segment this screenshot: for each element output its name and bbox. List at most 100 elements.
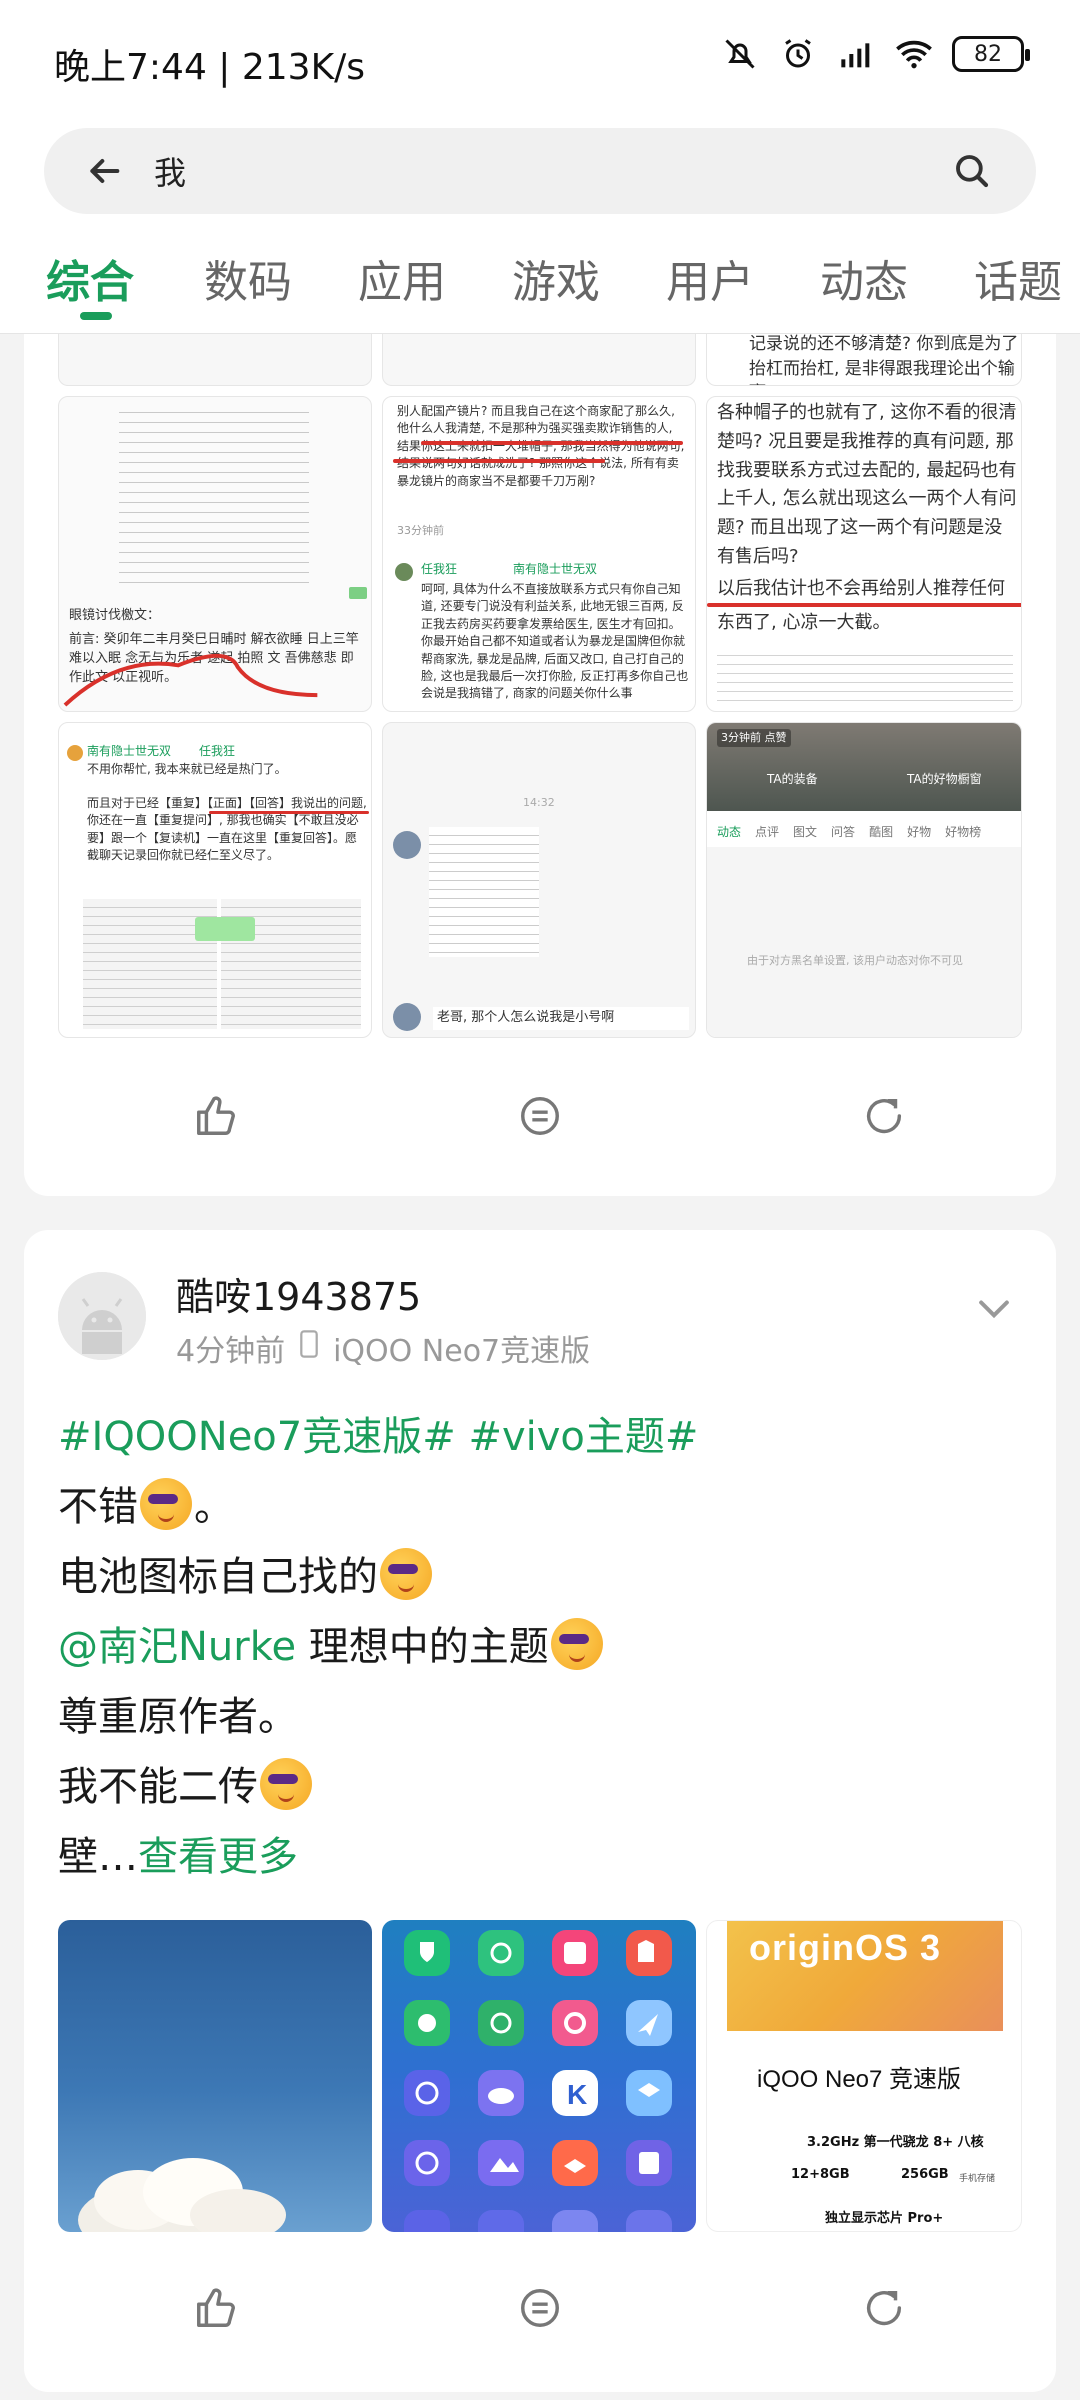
- status-bar: 晚上7:44 | 213K/s 82: [0, 0, 1080, 120]
- spec-line: 256GB: [901, 2167, 949, 2182]
- post-image[interactable]: [382, 334, 696, 386]
- search-input[interactable]: 我: [154, 148, 942, 194]
- tab-indicator: [80, 312, 112, 320]
- post-device: iQOO Neo7竞速版: [333, 1334, 591, 1369]
- product-title: iQOO Neo7 竞速版: [757, 2066, 962, 2093]
- post-image[interactable]: 3分钟前 点赞 TA的装备 TA的好物橱窗 动态 点评 图文 问答 酷图 好物 …: [706, 722, 1022, 1038]
- post-username[interactable]: 酷咹1943875: [176, 1266, 421, 1321]
- chevron-down-icon[interactable]: [972, 1286, 1016, 1330]
- search-header: 我: [0, 120, 1080, 230]
- tab-huati[interactable]: 话题: [974, 246, 1062, 310]
- tab-youxi[interactable]: 游戏: [512, 246, 600, 310]
- post-image-sky[interactable]: [58, 1920, 372, 2232]
- phone-icon: [299, 1330, 319, 1366]
- see-more-link[interactable]: 查看更多: [138, 1834, 298, 1880]
- post-image[interactable]: 别人配国产镜片? 而且我自己在这个商家配了那么久, 他什么人我清楚, 不是那种为…: [382, 396, 696, 712]
- image-time: 14:32: [523, 796, 555, 809]
- tab-yonghu[interactable]: 用户: [666, 246, 754, 310]
- image-button: TA的装备: [767, 772, 818, 786]
- image-tab: 图文: [793, 825, 818, 839]
- annotation-underline: [393, 459, 605, 463]
- image-text-block: [429, 827, 539, 957]
- hd-signal-icon: [836, 34, 876, 74]
- sunglasses-emoji-icon: [140, 1478, 192, 1530]
- post-line: 我不能二传: [58, 1752, 1018, 1822]
- post-image[interactable]: 记录说的还不够清楚? 你到底是为了抬杠而抬杠, 是非得跟我理论出个输赢: [706, 334, 1022, 386]
- post-line: 壁…查看更多: [58, 1822, 1018, 1892]
- image-empty-area: [707, 847, 1021, 1037]
- thumbs-up-icon[interactable]: [188, 1088, 244, 1144]
- comment-icon[interactable]: [512, 1088, 568, 1144]
- post-image[interactable]: 各种帽子的也就有了, 这你不看的很清楚吗? 况且要是我推荐的真有问题, 那找我要…: [706, 396, 1022, 712]
- avatar[interactable]: [58, 1272, 146, 1360]
- post-line: @南汜Nurke 理想中的主题: [58, 1612, 1018, 1682]
- image-tab: 酷图: [869, 825, 894, 839]
- image-username: 任我狂: [421, 562, 458, 576]
- mention-link[interactable]: @南汜Nurke: [58, 1624, 296, 1670]
- annotation-underline: [707, 603, 1021, 607]
- image-username: 南有隐士世无双: [513, 562, 598, 576]
- tab-dongtai[interactable]: 动态: [820, 246, 908, 310]
- image-text-block: [717, 647, 1013, 707]
- post-image[interactable]: 眼镜讨伐檄文： 前言: 癸卯年二丰月癸巳日晡时 解衣欲睡 日上三竿 难以入眠 念…: [58, 396, 372, 712]
- post-time: 4分钟前: [176, 1334, 286, 1369]
- image-text: 各种帽子的也就有了, 这你不看的很清楚吗? 况且要是我推荐的真有问题, 那找我要…: [717, 402, 1017, 567]
- alarm-icon: [778, 34, 818, 74]
- image-button: TA的好物橱窗: [907, 772, 982, 786]
- spec-line: 12+8GB: [791, 2167, 850, 2182]
- sunglasses-emoji-icon: [380, 1548, 432, 1600]
- post-text: 电池图标自己找的: [58, 1554, 378, 1600]
- search-icon[interactable]: [942, 141, 1002, 201]
- status-time: 晚上7:44 | 213K/s: [54, 47, 366, 88]
- chat-bubble: [195, 917, 255, 941]
- cloud-illustration: [78, 2158, 286, 2232]
- share-icon[interactable]: [856, 1088, 912, 1144]
- post-text: 理想中的主题: [296, 1624, 549, 1670]
- image-text: 东西了, 心凉一大截。: [717, 612, 891, 633]
- image-username: 南有隐士世无双: [87, 744, 172, 758]
- post-image[interactable]: 南有隐士世无双 任我狂 不用你帮忙, 我本来就已经是热门了。 而且对于已经【重复…: [58, 722, 372, 1038]
- image-text: 由于对方黑名单设置, 该用户动态对你不可见: [747, 954, 963, 967]
- avatar: [395, 563, 413, 581]
- image-time: 3分钟前 点赞: [717, 729, 791, 747]
- back-arrow-icon[interactable]: [74, 141, 134, 201]
- image-text: 以后我估计也不会再给别人推荐任何: [717, 578, 1005, 599]
- image-tab: 好物榜: [945, 825, 982, 839]
- post-card[interactable]: 酷咹1943875 4分钟前 iQOO Neo7竞速版 #IQOONeo7竞速版…: [24, 1230, 1056, 2392]
- post-card-previous[interactable]: 记录说的还不够清楚? 你到底是为了抬杠而抬杠, 是非得跟我理论出个输赢 眼镜讨伐…: [24, 334, 1056, 1196]
- wifi-icon: [894, 34, 934, 74]
- image-tab: 问答: [831, 825, 856, 839]
- share-icon[interactable]: [856, 2280, 912, 2336]
- image-text: 呵呵, 具体为什么不直接放联系方式只有你自己知道, 还要专门说没有利益关系, 此…: [421, 582, 689, 701]
- image-tab: 点评: [755, 825, 780, 839]
- image-text: 老哥, 那个人怎么说我是小号啊: [433, 1007, 689, 1030]
- avatar: [393, 831, 421, 859]
- tab-shuma[interactable]: 数码: [204, 246, 292, 310]
- post-line: 尊重原作者。: [58, 1682, 1018, 1752]
- post-text: 尊重原作者。: [58, 1694, 298, 1740]
- tab-yingyong[interactable]: 应用: [358, 246, 446, 310]
- post-image-icons[interactable]: K: [382, 1920, 696, 2232]
- status-icons: 82: [720, 34, 1030, 74]
- avatar: [67, 745, 83, 761]
- image-text: 别人配国产镜片? 而且我自己在这个商家配了那么久, 他什么人我清楚, 不是那种为…: [397, 404, 685, 488]
- post-text: 。: [194, 1484, 234, 1530]
- thumbs-up-icon[interactable]: [188, 2280, 244, 2336]
- avatar: [393, 1003, 421, 1031]
- mute-bell-icon: [720, 34, 760, 74]
- post-text: 我不能二传: [58, 1764, 258, 1810]
- image-text: 记录说的还不够清楚? 你到底是为了抬杠而抬杠, 是非得跟我理论出个输赢: [749, 334, 1019, 385]
- image-text: 而且对于已经【重复】【正面】【回答】我说出的问题, 你还在一直【重复提问】, 那…: [87, 796, 367, 863]
- search-bar[interactable]: 我: [44, 128, 1036, 214]
- tab-zonghe[interactable]: 综合: [46, 246, 134, 310]
- post-image[interactable]: 14:32 老哥, 那个人怎么说我是小号啊: [382, 722, 696, 1038]
- post-meta: 4分钟前 iQOO Neo7竞速版: [176, 1326, 590, 1370]
- sunglasses-emoji-icon: [550, 1618, 603, 1670]
- spec-line: 3.2GHz 第一代骁龙 8+ 八核: [807, 2135, 984, 2150]
- post-hashtags[interactable]: #IQOONeo7竞速版# #vivo主题#: [58, 1402, 1018, 1472]
- image-tab: 好物: [907, 825, 932, 839]
- comment-icon[interactable]: [512, 2280, 568, 2336]
- image-tabs: 动态 点评 图文 问答 酷图 好物 好物榜: [717, 823, 1017, 840]
- post-image[interactable]: [58, 334, 372, 386]
- post-image-ad[interactable]: originOS 3 iQOO Neo7 竞速版 3.2GHz 第一代骁龙 8+…: [706, 1920, 1022, 2232]
